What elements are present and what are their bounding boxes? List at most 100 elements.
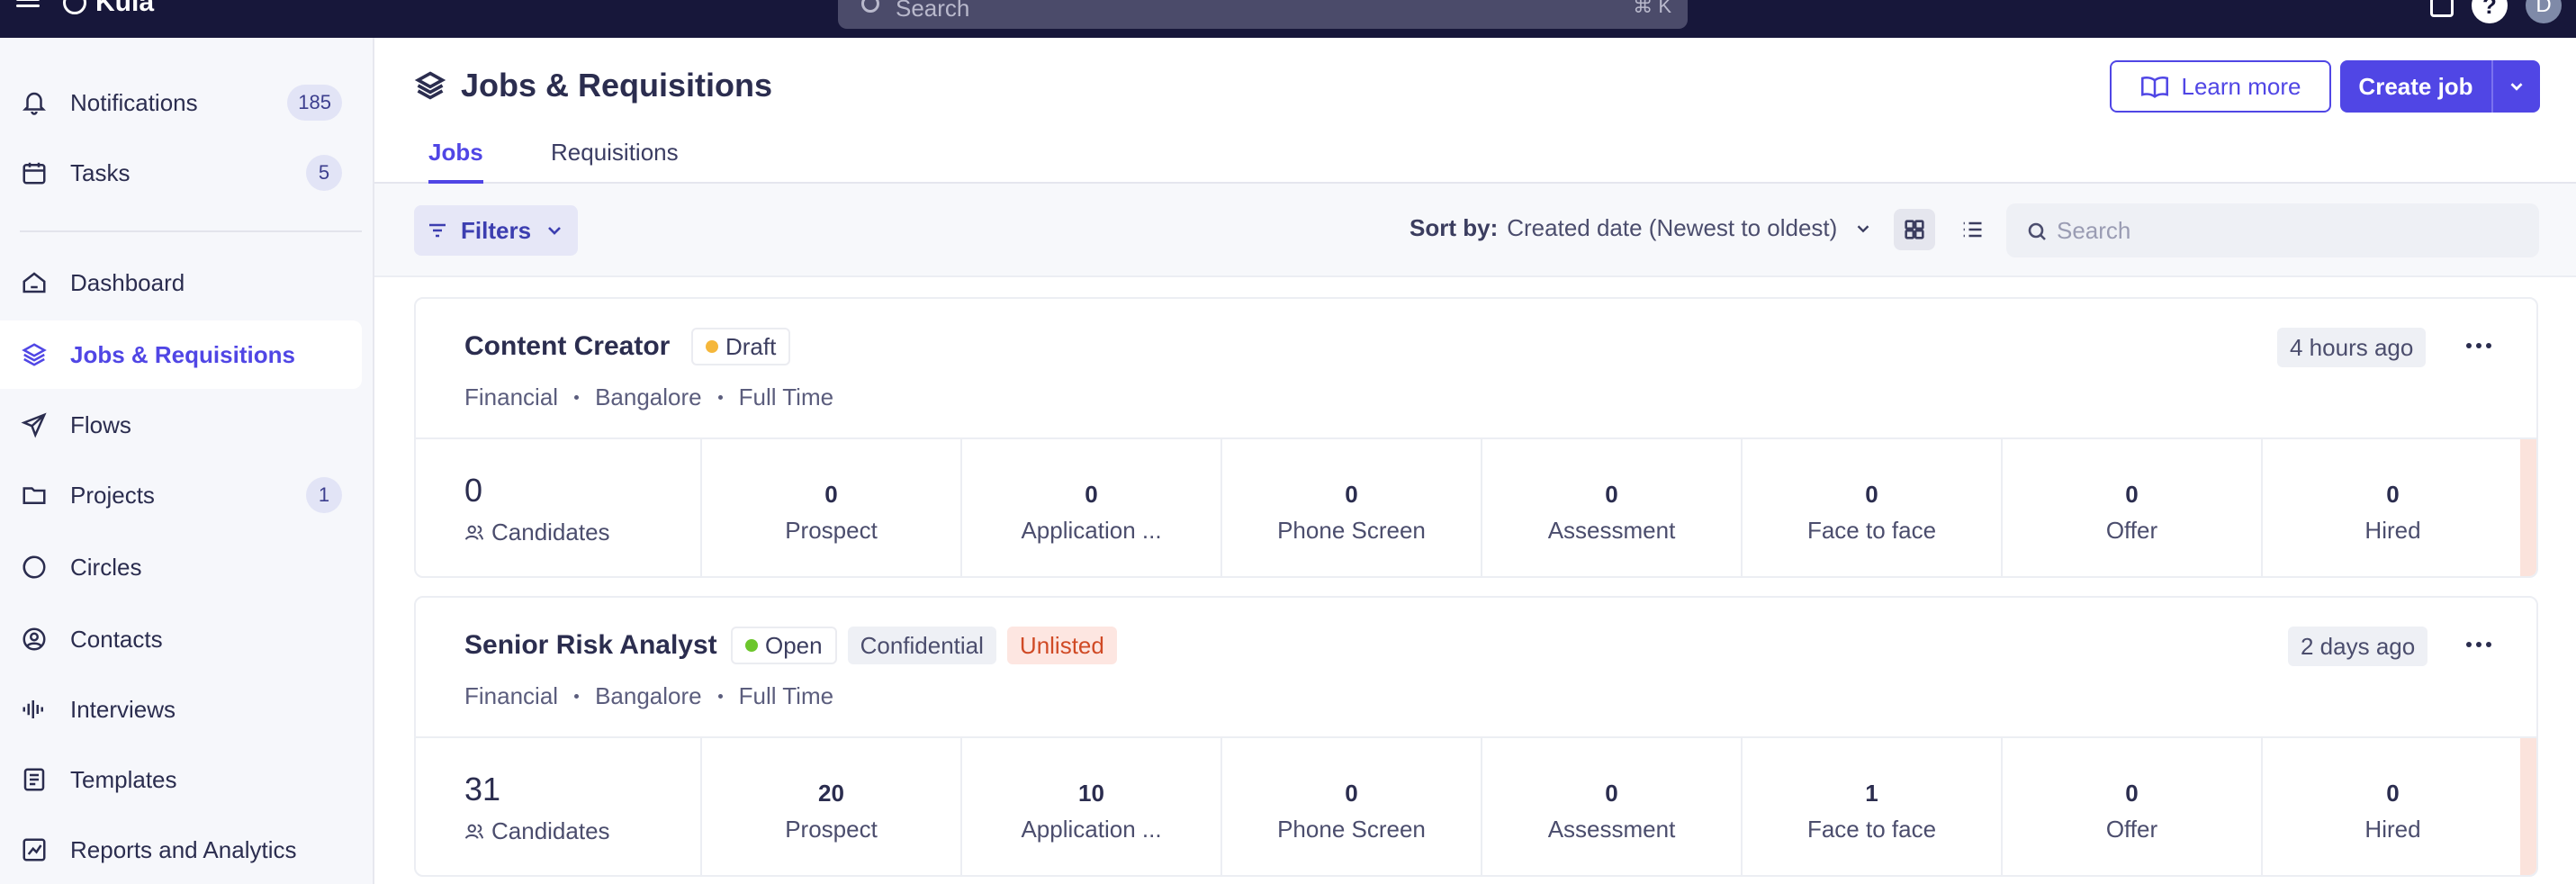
status-dot (745, 639, 758, 652)
stage-hired[interactable]: 0 Hired (2263, 439, 2523, 576)
stage-label: Assessment (1547, 517, 1676, 544)
home-icon (20, 268, 49, 297)
jobs-search-input[interactable] (2057, 216, 2507, 245)
job-location: Bangalore (595, 383, 702, 410)
sidebar-item-jobs-requisitions[interactable]: Jobs & Requisitions (0, 320, 362, 389)
stage-offer[interactable]: 0 Offer (2003, 439, 2263, 576)
stage-phone-screen[interactable]: 0 Phone Screen (1222, 439, 1482, 576)
create-job-dropdown[interactable] (2493, 77, 2540, 96)
candidates-total[interactable]: 31 Candidates (416, 738, 702, 875)
candidates-label: Candidates (491, 519, 610, 546)
create-job-button[interactable]: Create job (2340, 60, 2540, 113)
unlisted-badge: Unlisted (1006, 627, 1117, 664)
learn-more-button[interactable]: Learn more (2110, 60, 2331, 113)
sidebar-item-label: Notifications (70, 88, 198, 116)
stage-count: 0 (1605, 481, 1618, 508)
meta-separator (717, 395, 723, 400)
stage-label: Prospect (785, 517, 878, 544)
filter-icon (429, 223, 446, 238)
tab-requisitions[interactable]: Requisitions (551, 139, 679, 184)
create-job-label: Create job (2340, 60, 2493, 113)
sidebar: Notifications 185 Tasks 5 Dashboard Jobs… (0, 38, 374, 884)
candidates-count: 31 (464, 771, 501, 807)
top-bar: Kula Search ⌘ K ? D (0, 0, 2576, 38)
job-card[interactable]: Senior Risk Analyst Open Confidential Un… (414, 596, 2538, 877)
meta-separator (717, 694, 723, 699)
global-search[interactable]: Search ⌘ K (838, 0, 1688, 29)
filters-button[interactable]: Filters (414, 205, 578, 256)
candidates-total[interactable]: 0 Candidates (416, 439, 702, 576)
stage-label: Application ... (1021, 517, 1162, 544)
sidebar-item-interviews[interactable]: Interviews (0, 675, 362, 744)
user-circle-icon (20, 625, 49, 654)
candidates-label: Candidates (491, 817, 610, 844)
stage-count: 0 (824, 481, 838, 508)
stage-label: Hired (2364, 517, 2421, 544)
help-button[interactable]: ? (2472, 0, 2508, 23)
sidebar-item-label: Contacts (70, 625, 163, 653)
waveform-icon (20, 695, 49, 724)
search-icon (861, 0, 879, 13)
stage-application[interactable]: 10 Application ... (962, 738, 1222, 875)
sidebar-item-contacts[interactable]: Contacts (0, 605, 362, 673)
sort-prefix: Sort by: (1410, 214, 1499, 241)
sidebar-item-flows[interactable]: Flows (0, 391, 362, 459)
status-badge: Draft (691, 328, 791, 365)
stage-hired[interactable]: 0 Hired (2263, 738, 2523, 875)
sidebar-item-templates[interactable]: Templates (0, 745, 362, 814)
calendar-icon (20, 158, 49, 187)
stage-label: Face to face (1806, 517, 1937, 544)
stage-offer[interactable]: 0 Offer (2003, 738, 2263, 875)
stage-count: 1 (1865, 780, 1878, 807)
filters-label: Filters (461, 216, 532, 244)
more-options-icon[interactable] (2459, 333, 2499, 358)
chevron-down-icon (1857, 224, 1869, 232)
created-time-badge: 4 hours ago (2277, 328, 2427, 367)
more-options-icon[interactable] (2459, 632, 2499, 657)
stage-label: Face to face (1806, 816, 1937, 843)
sidebar-item-tasks[interactable]: Tasks 5 (0, 139, 362, 207)
stage-face-to-face[interactable]: 1 Face to face (1743, 738, 2003, 875)
menu-icon[interactable] (16, 0, 40, 13)
app-logo[interactable]: Kula (63, 0, 154, 18)
grid-view-button[interactable] (1894, 209, 1935, 250)
stage-face-to-face[interactable]: 0 Face to face (1743, 439, 2003, 576)
created-time-badge: 2 days ago (2288, 627, 2428, 666)
job-meta: Financial Bangalore Full Time (464, 383, 833, 411)
job-title[interactable]: Content Creator (464, 331, 670, 362)
notifications-count-badge: 185 (287, 85, 342, 121)
projects-count-badge: 1 (306, 477, 342, 513)
stage-phone-screen[interactable]: 0 Phone Screen (1222, 738, 1482, 875)
sidebar-item-circles[interactable]: Circles (0, 533, 362, 601)
global-search-placeholder: Search (896, 0, 970, 22)
job-location: Bangalore (595, 682, 702, 709)
book-icon (2140, 76, 2168, 98)
stage-assessment[interactable]: 0 Assessment (1482, 439, 1743, 576)
tab-jobs[interactable]: Jobs (428, 139, 483, 184)
circles-icon (20, 553, 49, 582)
list-icon (1963, 221, 1982, 238)
sidebar-item-label: Tasks (70, 158, 131, 186)
sort-dropdown[interactable]: Sort by: Created date (Newest to oldest) (1410, 214, 1873, 242)
megaphone-icon[interactable] (2430, 0, 2454, 17)
job-card[interactable]: Content Creator Draft Financial Bangalor… (414, 297, 2538, 578)
stage-label: Phone Screen (1277, 816, 1426, 843)
list-view-button[interactable] (1951, 209, 1993, 250)
sidebar-item-dashboard[interactable]: Dashboard (0, 248, 362, 317)
sidebar-item-notifications[interactable]: Notifications 185 (0, 68, 362, 137)
stage-assessment[interactable]: 0 Assessment (1482, 738, 1743, 875)
chevron-down-icon (548, 227, 561, 235)
jobs-search-field[interactable] (2006, 203, 2539, 257)
stage-count: 0 (2125, 481, 2139, 508)
status-badge: Open (731, 627, 837, 664)
layers-icon (414, 71, 446, 100)
sidebar-item-reports-analytics[interactable]: Reports and Analytics (0, 816, 362, 884)
stage-label: Hired (2364, 816, 2421, 843)
stage-prospect[interactable]: 20 Prospect (702, 738, 962, 875)
job-title[interactable]: Senior Risk Analyst (464, 630, 717, 661)
avatar[interactable]: D (2526, 0, 2562, 23)
jobs-toolbar: Filters Sort by: Created date (Newest to… (374, 184, 2576, 277)
sidebar-item-projects[interactable]: Projects 1 (0, 461, 362, 529)
stage-prospect[interactable]: 0 Prospect (702, 439, 962, 576)
stage-application[interactable]: 0 Application ... (962, 439, 1222, 576)
